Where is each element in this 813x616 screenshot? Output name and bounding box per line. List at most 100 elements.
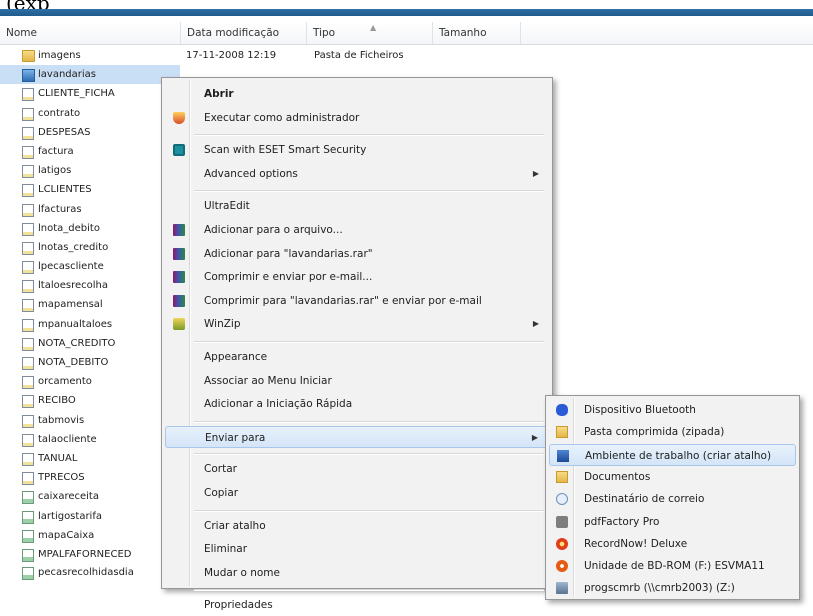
document-icon: [22, 280, 34, 294]
file-row[interactable]: latigos: [0, 161, 180, 180]
menu-item-eliminar[interactable]: Eliminar: [165, 538, 549, 560]
menu-item-winzip[interactable]: WinZip ▶: [165, 313, 549, 335]
menu-item-enviar-para[interactable]: Enviar para ▶: [165, 425, 549, 448]
file-row[interactable]: DESPESAS: [0, 123, 180, 142]
file-row[interactable]: factura: [0, 142, 180, 161]
sendto-item-destinatario-de-correio[interactable]: Destinatário de correio: [549, 488, 796, 510]
sendto-item-dispositivo-bluetooth[interactable]: Dispositivo Bluetooth: [549, 399, 796, 421]
file-row[interactable]: imagens 17-11-2008 12:19 Pasta de Ficheiro…: [0, 46, 404, 65]
file-row[interactable]: NOTA_DEBITO: [0, 353, 180, 372]
menu-item-label: Advanced options: [204, 167, 298, 180]
file-row[interactable]: NOTA_CREDITO: [0, 334, 180, 353]
file-name: lavandarias: [38, 69, 96, 81]
sendto-item-pdffactory-pro[interactable]: pdfFactory Pro: [549, 511, 796, 533]
app-file-icon: [22, 69, 35, 83]
database-file-icon: [22, 548, 34, 562]
menu-item-scan-with-eset-smart-security[interactable]: Scan with ESET Smart Security: [165, 139, 549, 161]
document-icon: [22, 414, 34, 428]
menu-item-label: Mudar o nome: [204, 566, 280, 579]
document-icon: [22, 107, 34, 121]
menu-item-mudar-o-nome[interactable]: Mudar o nome: [165, 562, 549, 584]
sendto-item-progscmrb-cmrb2003-z[interactable]: progscmrb (\\cmrb2003) (Z:): [549, 577, 796, 599]
document-icon: [22, 165, 34, 179]
uac-shield-icon: [173, 111, 185, 124]
menu-item-label: Eliminar: [204, 543, 248, 556]
column-header-size[interactable]: Tamanho: [433, 22, 521, 44]
sendto-item-unidade-de-bd-rom-f-esvma11[interactable]: Unidade de BD-ROM (F:) ESVMA11: [549, 555, 796, 577]
file-row[interactable]: mapamensal: [0, 295, 180, 314]
sendto-item-documentos[interactable]: Documentos: [549, 466, 796, 488]
document-icon: [22, 184, 34, 198]
file-name: NOTA_DEBITO: [38, 357, 109, 368]
file-row[interactable]: caixareceita: [0, 487, 180, 506]
file-row[interactable]: LCLIENTES: [0, 180, 180, 199]
sendto-item-label: pdfFactory Pro: [584, 515, 660, 528]
file-name: caixareceita: [38, 491, 99, 503]
menu-item-adicionar-a-iniciacao-rapida[interactable]: Adicionar a Iniciação Rápida: [165, 393, 549, 415]
menu-item-copiar[interactable]: Copiar: [165, 482, 549, 504]
document-icon: [22, 203, 34, 217]
menu-item-appearance[interactable]: Appearance: [165, 346, 549, 368]
menu-separator: [194, 341, 544, 343]
menu-item-ultraedit[interactable]: UltraEdit: [165, 195, 549, 217]
menu-item-comprimir-para-lavandarias-rar-e-enviar-por-e-mail[interactable]: Comprimir para "lavandarias.rar" e envia…: [165, 290, 549, 312]
menu-item-cortar[interactable]: Cortar: [165, 458, 549, 480]
file-row[interactable]: lnotas_credito: [0, 238, 180, 257]
folder-icon: [22, 50, 35, 62]
sendto-item-recordnow-deluxe[interactable]: RecordNow! Deluxe: [549, 533, 796, 555]
menu-item-label: Adicionar para o arquivo...: [204, 224, 343, 236]
file-row[interactable]: TPRECOS: [0, 468, 180, 487]
file-name: latigos: [38, 165, 72, 177]
sendto-item-label: Destinatário de correio: [584, 493, 705, 506]
file-row[interactable]: MPALFAFORNECED: [0, 545, 180, 564]
file-row[interactable]: mapaCaixa: [0, 526, 180, 545]
menu-item-abrir[interactable]: Abrir: [165, 83, 549, 105]
file-name: mpanualtaloes: [38, 318, 113, 330]
menu-separator: [194, 420, 544, 423]
column-header-modified[interactable]: Data modificação: [181, 22, 307, 44]
file-row[interactable]: pecasrecolhidasdia17-11-2008 10:28Compil…: [0, 563, 513, 582]
recordnow-icon: [556, 537, 568, 550]
file-row[interactable]: talaocliente: [0, 430, 180, 449]
menu-item-criar-atalho[interactable]: Criar atalho: [165, 515, 549, 537]
file-row[interactable]: mpanualtaloes: [0, 315, 180, 334]
menu-item-adicionar-para-lavandarias-rar[interactable]: Adicionar para "lavandarias.rar": [165, 243, 549, 265]
file-name: ltaloesrecolha: [38, 280, 108, 292]
file-row[interactable]: ltaloesrecolha: [0, 276, 180, 295]
winrar-icon: [173, 294, 185, 307]
sendto-item-ambiente-de-trabalho-criar-atalho[interactable]: Ambiente de trabalho (criar atalho): [549, 443, 796, 466]
file-row[interactable]: TANUAL: [0, 449, 180, 468]
desktop-icon: [557, 449, 569, 462]
menu-item-comprimir-e-enviar-por-e-mail[interactable]: Comprimir e enviar por e-mail...: [165, 266, 549, 288]
menu-item-advanced-options[interactable]: Advanced options ▶: [165, 163, 549, 185]
file-row[interactable]: RECIBO: [0, 391, 180, 410]
menu-item-label: Comprimir para "lavandarias.rar" e envia…: [204, 294, 482, 307]
file-row[interactable]: tabmovis: [0, 411, 180, 430]
file-row[interactable]: lartigostarifa: [0, 507, 180, 526]
menu-item-executar-como-administrador[interactable]: Executar como administrador: [165, 107, 549, 129]
menu-item-adicionar-para-o-arquivo[interactable]: Adicionar para o arquivo...: [165, 219, 549, 241]
menu-item-label: Scan with ESET Smart Security: [204, 144, 367, 157]
file-row[interactable]: contrato: [0, 104, 180, 123]
file-name: mapaCaixa: [38, 529, 95, 541]
menu-item-label: Enviar para: [205, 431, 266, 444]
winzip-icon: [173, 318, 185, 331]
menu-item-label: Copiar: [204, 487, 239, 499]
file-row[interactable]: lpecascliente: [0, 257, 180, 276]
file-row[interactable]: lavandarias: [0, 65, 180, 85]
file-name: talaocliente: [38, 433, 97, 445]
menu-item-associar-ao-menu-iniciar[interactable]: Associar ao Menu Iniciar: [165, 370, 549, 392]
file-row[interactable]: lfacturas: [0, 200, 180, 219]
sendto-item-pasta-comprimida-zipada[interactable]: Pasta comprimida (zipada): [549, 421, 796, 443]
file-type: Pasta de Ficheiros: [314, 50, 404, 61]
file-row[interactable]: orcamento: [0, 372, 180, 391]
column-header-name[interactable]: Nome: [0, 22, 181, 44]
menu-item-propriedades[interactable]: Propriedades: [165, 594, 549, 616]
menu-separator: [194, 509, 544, 512]
zip-folder-icon: [556, 426, 568, 439]
file-row[interactable]: CLIENTE_FICHA: [0, 84, 180, 103]
menu-item-label: Comprimir e enviar por e-mail...: [204, 271, 373, 284]
file-row[interactable]: lnota_debito: [0, 219, 180, 238]
file-name: factura: [38, 145, 74, 157]
document-icon: [22, 222, 34, 236]
